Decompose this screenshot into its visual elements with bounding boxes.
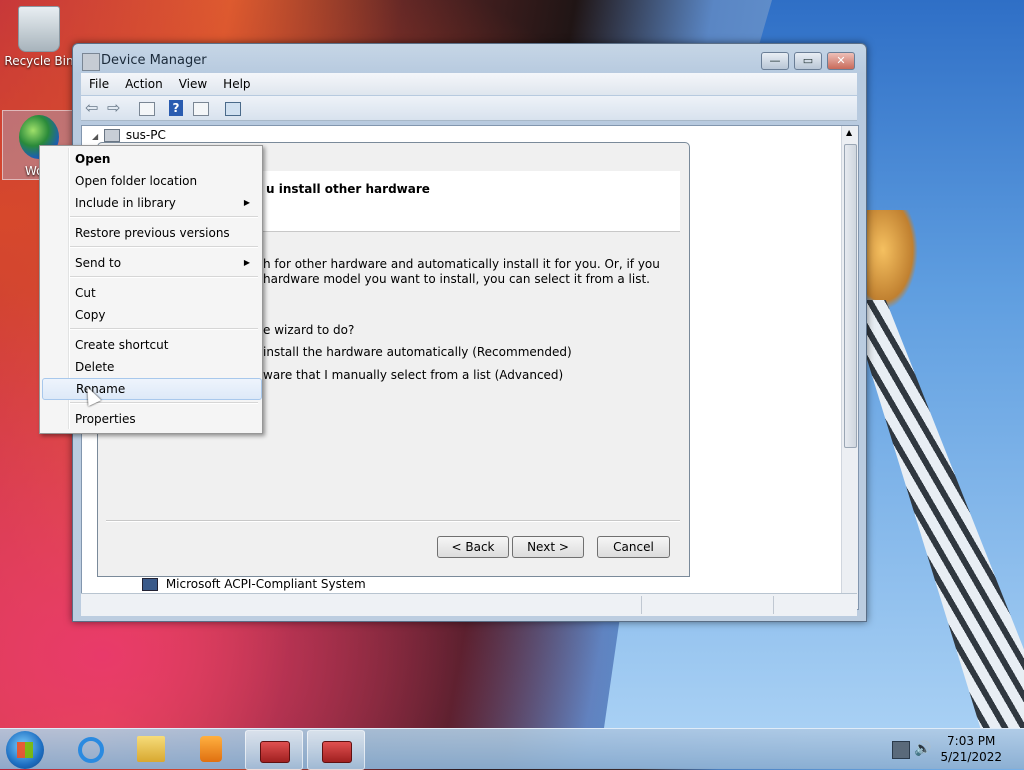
window-title: Device Manager — [101, 53, 207, 68]
toolbar: ⇦ ⇨ ? — [81, 96, 857, 121]
media-player-icon — [200, 736, 222, 762]
menu-item-open-folder-location[interactable]: Open folder location — [42, 170, 260, 192]
menu-item-restore-previous-versions[interactable]: Restore previous versions — [42, 222, 260, 244]
submenu-arrow-icon: ▶ — [243, 258, 250, 267]
menu-help[interactable]: Help — [215, 73, 258, 95]
menu-item-include-in-library[interactable]: Include in library ▶ — [42, 192, 260, 214]
menu-action[interactable]: Action — [117, 73, 171, 95]
collapse-arrow-icon[interactable]: ◢ — [92, 132, 98, 141]
wizard-body-line2: hardware model you want to install, you … — [263, 272, 650, 286]
maximize-button[interactable]: ▭ — [794, 52, 822, 70]
context-menu: Open Open folder location Include in lib… — [39, 145, 263, 434]
wizard-body-line1: h for other hardware and automatically i… — [263, 257, 660, 271]
menu-file[interactable]: File — [81, 73, 117, 95]
cancel-button[interactable]: Cancel — [597, 536, 670, 558]
tree-item-acpi[interactable]: Microsoft ACPI-Compliant System — [142, 577, 366, 591]
system-clock[interactable]: 7:03 PM 5/21/2022 — [940, 733, 1002, 765]
menu-separator — [70, 246, 258, 248]
back-arrow-icon[interactable]: ⇦ — [85, 100, 101, 116]
minimize-button[interactable]: — — [761, 52, 789, 70]
taskbar-explorer[interactable] — [123, 730, 179, 768]
wizard-option-manual[interactable]: ware that I manually select from a list … — [263, 368, 563, 382]
menu-view[interactable]: View — [171, 73, 215, 95]
menu-item-create-shortcut[interactable]: Create shortcut — [42, 334, 260, 356]
menu-item-rename[interactable]: Rename — [42, 378, 262, 400]
desktop-icon-recycle-bin[interactable]: Recycle Bin — [3, 6, 75, 68]
volume-icon[interactable]: 🔊 — [914, 741, 931, 757]
scan-hardware-icon[interactable] — [225, 102, 241, 116]
tree-root-label: sus-PC — [125, 128, 166, 142]
clock-time: 7:03 PM — [947, 734, 996, 748]
network-icon[interactable] — [892, 741, 910, 759]
wizard-header-title: u install other hardware — [266, 182, 430, 196]
tree-root[interactable]: ◢ sus-PC — [92, 128, 166, 142]
wizard-divider — [106, 520, 680, 522]
view-pane-icon[interactable] — [193, 102, 209, 116]
taskbar-device-manager[interactable] — [245, 730, 303, 770]
forward-arrow-icon[interactable]: ⇨ — [107, 100, 123, 116]
menu-separator — [70, 216, 258, 218]
menu-item-properties[interactable]: Properties — [42, 408, 260, 430]
windows-logo-icon — [17, 742, 33, 758]
system-device-icon — [142, 578, 158, 591]
taskbar: 🔊 7:03 PM 5/21/2022 — [0, 728, 1024, 770]
wizard-question: e wizard to do? — [263, 323, 355, 337]
folder-icon — [137, 736, 165, 762]
recycle-bin-icon — [18, 6, 60, 52]
vertical-scrollbar[interactable]: ▲ ▼ — [841, 126, 858, 609]
submenu-arrow-icon: ▶ — [243, 198, 250, 207]
help-icon[interactable]: ? — [169, 100, 183, 116]
internet-explorer-icon — [78, 737, 104, 763]
wizard-option-automatic[interactable]: install the hardware automatically (Reco… — [263, 345, 572, 359]
properties-pane-icon[interactable] — [139, 102, 155, 116]
computer-icon — [103, 129, 120, 142]
menu-item-copy[interactable]: Copy — [42, 304, 260, 326]
taskbar-media-player[interactable] — [183, 730, 239, 768]
next-button[interactable]: Next > — [512, 536, 584, 558]
back-button[interactable]: < Back — [437, 536, 509, 558]
scrollbar-thumb[interactable] — [844, 144, 857, 448]
device-manager-icon — [82, 53, 100, 71]
toolbox-icon — [260, 741, 290, 763]
close-button[interactable]: ✕ — [827, 52, 855, 70]
start-button[interactable] — [6, 731, 44, 769]
menu-item-delete[interactable]: Delete — [42, 356, 260, 378]
menu-separator — [70, 276, 258, 278]
status-bar — [81, 593, 857, 616]
menu-item-send-to[interactable]: Send to ▶ — [42, 252, 260, 274]
tree-item-label: Microsoft ACPI-Compliant System — [165, 577, 366, 591]
clock-date: 5/21/2022 — [940, 750, 1002, 764]
taskbar-add-hardware[interactable] — [307, 730, 365, 770]
menu-bar: File Action View Help — [81, 73, 857, 95]
toolbox-icon — [322, 741, 352, 763]
taskbar-internet-explorer[interactable] — [62, 730, 118, 768]
menu-item-open[interactable]: Open — [42, 148, 260, 170]
menu-separator — [70, 402, 258, 404]
menu-item-cut[interactable]: Cut — [42, 282, 260, 304]
scroll-up-icon[interactable]: ▲ — [846, 128, 852, 137]
menu-separator — [70, 328, 258, 330]
desktop-icon-label: Recycle Bin — [4, 54, 74, 68]
